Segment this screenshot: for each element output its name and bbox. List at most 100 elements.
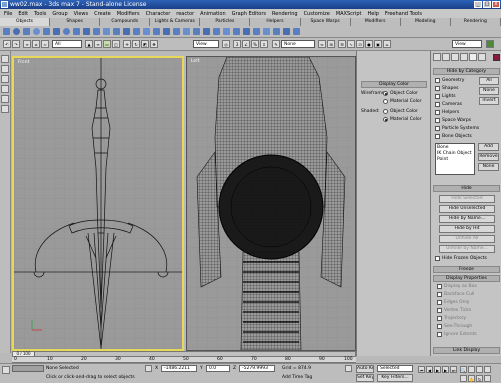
key-icon[interactable]	[345, 365, 352, 372]
edges-only-checkbox[interactable]	[437, 300, 442, 305]
next-frame-icon[interactable]: ▶	[442, 366, 449, 373]
select-manipulate-icon[interactable]: ✥	[150, 40, 158, 48]
window-crossing-icon[interactable]: ◫	[112, 40, 120, 48]
select-move-icon[interactable]: ✛	[123, 40, 131, 48]
window-icon[interactable]	[253, 28, 260, 35]
tube-icon[interactable]	[73, 28, 80, 35]
wireframe-object-color-radio[interactable]	[383, 91, 388, 96]
ring-wave-icon[interactable]	[173, 28, 180, 35]
menu-reactor[interactable]: reactor	[176, 11, 194, 17]
menu-group[interactable]: Group	[52, 11, 67, 17]
railing-icon[interactable]	[263, 28, 270, 35]
tab-lights-cameras[interactable]: Lights & Cameras	[150, 18, 201, 26]
gengon-icon[interactable]	[153, 28, 160, 35]
tab-objects[interactable]: Objects	[0, 18, 51, 26]
spinner-snap-icon[interactable]: ⇕	[260, 40, 268, 48]
tab-particles[interactable]: Particles	[200, 18, 251, 26]
chamfer-box-icon[interactable]	[103, 28, 110, 35]
tab-modeling[interactable]: Modeling	[400, 18, 451, 26]
maxscript-mini-listener[interactable]	[12, 365, 44, 372]
menu-modifiers[interactable]: Modifiers	[117, 11, 140, 17]
category-helpers-checkbox[interactable]	[435, 110, 440, 115]
angle-snap-icon[interactable]: ∠	[242, 40, 250, 48]
scatter-icon[interactable]	[293, 28, 300, 35]
select-rotate-icon[interactable]: ↻	[132, 40, 140, 48]
tab-space-warps[interactable]: Space Warps	[300, 18, 351, 26]
list-item[interactable]: Point	[437, 157, 448, 162]
tool-3-icon[interactable]	[1, 75, 9, 83]
backface-cull-checkbox[interactable]	[437, 292, 442, 297]
list-item[interactable]: IK Chain Object	[437, 151, 472, 156]
left-viewport[interactable]: Left	[186, 56, 356, 351]
menu-help[interactable]: Help	[367, 11, 378, 17]
unhide-all-button[interactable]: Unhide All	[439, 235, 495, 243]
ignore-extents-checkbox[interactable]	[437, 332, 442, 337]
schematic-view-icon[interactable]: ⊡	[356, 40, 364, 48]
goto-end-icon[interactable]: ⏭	[450, 366, 457, 373]
lock-selection-icon[interactable]	[145, 365, 152, 372]
cylinder-icon[interactable]	[23, 28, 30, 35]
bind-space-warp-icon[interactable]: ≈	[41, 40, 49, 48]
hide-header[interactable]: Hide	[433, 185, 500, 192]
layer-manager-icon[interactable]: ☰	[338, 40, 346, 48]
menu-tools[interactable]: Tools	[34, 11, 46, 17]
maxscript-listener-icon[interactable]	[2, 366, 10, 374]
zoom-icon[interactable]: 🔍	[460, 366, 467, 373]
maximize-button[interactable]: □	[483, 1, 491, 8]
display-as-box-checkbox[interactable]	[437, 284, 442, 289]
add-button[interactable]: Add	[478, 143, 499, 151]
hide-by-hit-button[interactable]: Hide by Hit	[439, 225, 495, 233]
ref-coord-dropdown[interactable]: View	[193, 40, 219, 48]
goto-start-icon[interactable]: ⏮	[418, 366, 425, 373]
display-color-header[interactable]: Display Color	[361, 81, 427, 88]
material-editor-icon[interactable]: ●	[365, 40, 373, 48]
create-tab-icon[interactable]	[433, 53, 441, 61]
tool-5-icon[interactable]	[1, 95, 9, 103]
shaded-material-color-radio[interactable]	[383, 117, 388, 122]
category-shapes-checkbox[interactable]	[435, 86, 440, 91]
door-icon[interactable]	[243, 28, 250, 35]
select-by-name-icon[interactable]: ≡	[94, 40, 102, 48]
zoom-all-icon[interactable]	[468, 366, 475, 373]
wall-icon[interactable]	[273, 28, 280, 35]
tab-modifiers[interactable]: Modifiers	[350, 18, 401, 26]
object-color-swatch[interactable]	[493, 54, 500, 61]
mirror-icon[interactable]: ⇔	[318, 40, 326, 48]
tool-1-icon[interactable]	[1, 55, 9, 63]
curve-editor-icon[interactable]: ∿	[347, 40, 355, 48]
tab-compounds[interactable]: Compounds	[100, 18, 151, 26]
see-through-checkbox[interactable]	[437, 324, 442, 329]
none-list-button[interactable]: None	[478, 163, 499, 171]
time-slider-thumb[interactable]: 0 / 100	[13, 352, 35, 356]
minimize-button[interactable]: _	[474, 1, 482, 8]
hide-unselected-button[interactable]: Hide Unselected	[439, 205, 495, 213]
category-cameras-checkbox[interactable]	[435, 102, 440, 107]
align-icon[interactable]: ⊞	[327, 40, 335, 48]
stairs-icon[interactable]	[233, 28, 240, 35]
menu-graph-editors[interactable]: Graph Editors	[232, 11, 266, 17]
tool-2-icon[interactable]	[1, 65, 9, 73]
menu-customize[interactable]: Customize	[304, 11, 330, 17]
c-ext-icon[interactable]	[213, 28, 220, 35]
category-lights-checkbox[interactable]	[435, 94, 440, 99]
named-selection-dropdown[interactable]: None	[281, 40, 315, 48]
hide-by-category-header[interactable]: Hide by Category	[433, 68, 500, 75]
front-viewport[interactable]: Front	[12, 56, 184, 351]
pyramid-icon[interactable]	[83, 28, 90, 35]
zoom-extents-icon[interactable]	[476, 366, 483, 373]
utilities-tab-icon[interactable]	[478, 53, 486, 61]
hose-icon[interactable]	[183, 28, 190, 35]
category-list[interactable]: Bone IK Chain Object Point	[435, 143, 475, 175]
undo-icon[interactable]: ↶	[3, 40, 11, 48]
field-of-view-icon[interactable]	[460, 375, 467, 382]
key-mode-dropdown[interactable]: Selected	[377, 365, 413, 372]
select-object-icon[interactable]: ▲	[85, 40, 93, 48]
set-key-button[interactable]: Set Key	[356, 374, 374, 382]
wireframe-material-color-radio[interactable]	[383, 99, 388, 104]
play-icon[interactable]: ▶	[434, 366, 441, 373]
spindle-icon[interactable]	[143, 28, 150, 35]
auto-key-button[interactable]: Auto Key	[356, 365, 374, 373]
zoom-extents-all-icon[interactable]	[484, 366, 491, 373]
category-bone-objects-checkbox[interactable]	[435, 134, 440, 139]
z-coordinate-field[interactable]: -5279.9993	[239, 365, 275, 372]
